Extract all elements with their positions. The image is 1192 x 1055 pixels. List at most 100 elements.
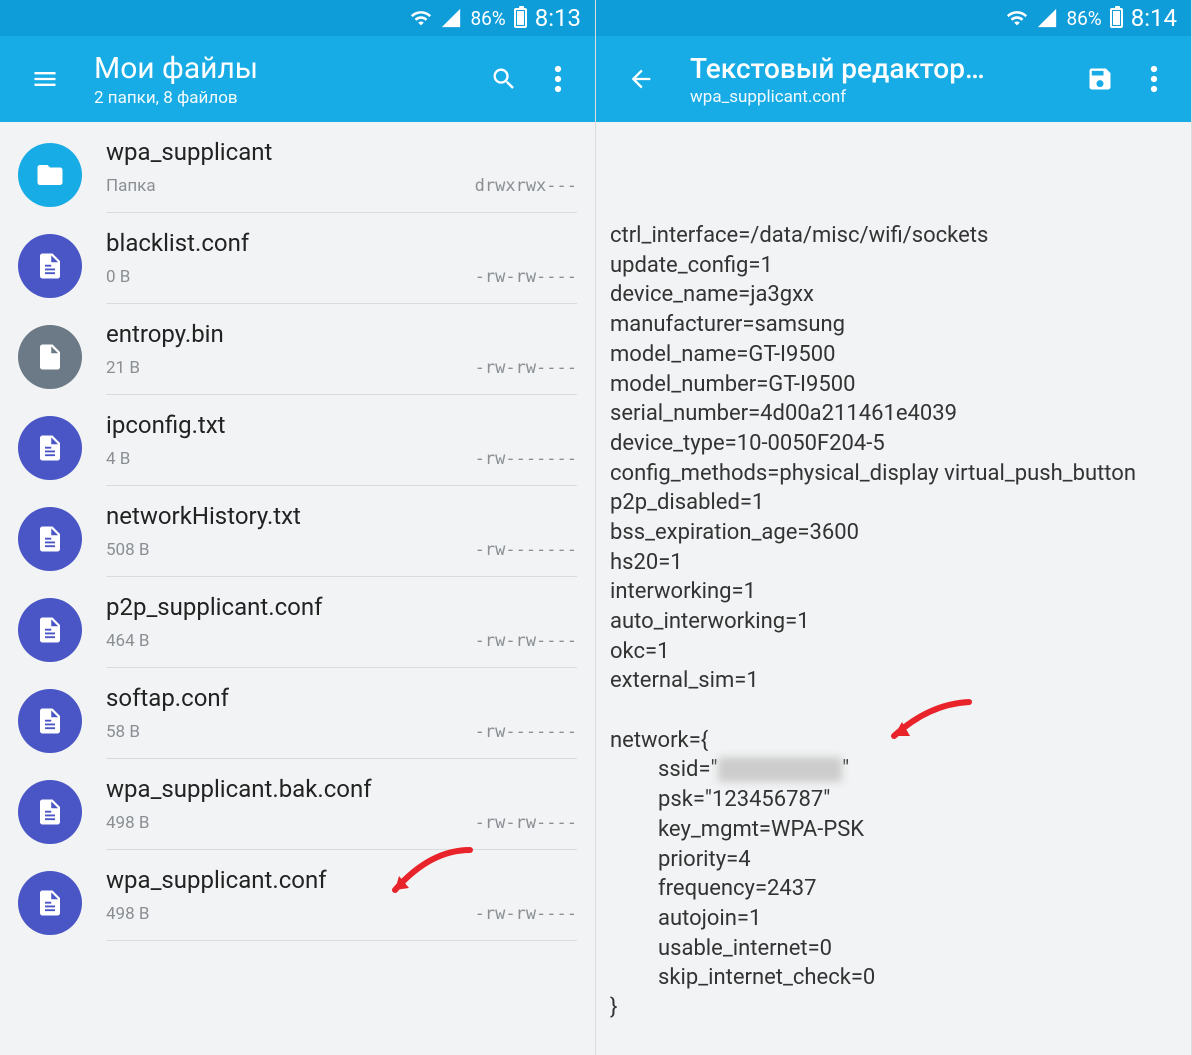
signal-icon xyxy=(440,7,462,29)
text-line: autojoin=1 xyxy=(610,904,1177,934)
file-size: 498 B xyxy=(106,904,149,924)
text-line: ctrl_interface=/data/misc/wifi/sockets xyxy=(610,221,1177,251)
text-line: usable_internet=0 xyxy=(610,934,1177,964)
battery-percent: 86% xyxy=(1066,7,1101,30)
text-line: priority=4 xyxy=(610,845,1177,875)
text-editor-pane: 86% 8:14 Текстовый редактор… wpa_supplic… xyxy=(596,0,1192,1055)
file-name: wpa_supplicant xyxy=(106,138,577,166)
status-bar: 86% 8:13 xyxy=(0,0,595,36)
file-perms: -rw-rw---- xyxy=(475,358,577,378)
more-vert-icon xyxy=(1150,64,1158,94)
page-subtitle: wpa_supplicant.conf xyxy=(690,87,1073,107)
wifi-icon xyxy=(410,7,432,29)
file-perms: -rw------- xyxy=(475,449,577,469)
file-size: 21 B xyxy=(106,358,140,378)
text-line: external_sim=1 xyxy=(610,666,1177,696)
file-perms: -rw-rw---- xyxy=(475,904,577,924)
text-line: model_number=GT-I9500 xyxy=(610,370,1177,400)
file-icon xyxy=(18,507,82,571)
file-size: 4 B xyxy=(106,449,130,469)
text-line: model_name=GT-I9500 xyxy=(610,340,1177,370)
text-line: skip_internet_check=0 xyxy=(610,963,1177,993)
file-size: 508 B xyxy=(106,540,149,560)
save-button[interactable] xyxy=(1073,52,1127,106)
status-bar: 86% 8:14 xyxy=(596,0,1191,36)
text-line: network={ xyxy=(610,726,1177,756)
battery-percent: 86% xyxy=(470,7,505,30)
file-perms: drwxrwx--- xyxy=(475,176,577,196)
text-line: okc=1 xyxy=(610,637,1177,667)
file-icon xyxy=(18,598,82,662)
menu-button[interactable] xyxy=(18,52,72,106)
file-icon xyxy=(18,234,82,298)
file-icon xyxy=(18,689,82,753)
file-name: ipconfig.txt xyxy=(106,411,577,439)
battery-icon xyxy=(1110,8,1123,28)
search-button[interactable] xyxy=(477,52,531,106)
file-icon xyxy=(18,325,82,389)
text-line: manufacturer=samsung xyxy=(610,310,1177,340)
file-icon xyxy=(18,780,82,844)
overflow-button[interactable] xyxy=(1127,52,1181,106)
text-line: auto_interworking=1 xyxy=(610,607,1177,637)
file-row[interactable]: wpa_supplicant Папка drwxrwx--- xyxy=(0,122,595,213)
save-icon xyxy=(1086,65,1114,93)
file-list[interactable]: wpa_supplicant Папка drwxrwx--- blacklist.c… xyxy=(0,122,595,1055)
file-row[interactable]: networkHistory.txt508 B-rw------- xyxy=(0,486,595,577)
text-line xyxy=(610,696,1177,726)
clock: 8:14 xyxy=(1131,4,1177,32)
file-perms: -rw-rw---- xyxy=(475,631,577,651)
file-name: wpa_supplicant.bak.conf xyxy=(106,775,577,803)
text-line: interworking=1 xyxy=(610,577,1177,607)
file-name: wpa_supplicant.conf xyxy=(106,866,577,894)
clock: 8:13 xyxy=(535,4,581,32)
file-row[interactable]: p2p_supplicant.conf 464 B -rw-rw---- xyxy=(0,577,595,668)
file-icon xyxy=(18,871,82,935)
file-name: softap.conf xyxy=(106,684,577,712)
file-name: p2p_supplicant.conf xyxy=(106,593,577,621)
file-size: Папка xyxy=(106,176,156,196)
wifi-icon xyxy=(1006,7,1028,29)
file-row[interactable]: wpa_supplicant.conf 498 B -rw-rw---- xyxy=(0,850,595,941)
page-title: Мои файлы xyxy=(94,51,477,86)
text-line: device_type=10-0050F204-5 xyxy=(610,429,1177,459)
text-line: frequency=2437 xyxy=(610,874,1177,904)
file-perms: -rw-rw---- xyxy=(475,813,577,833)
file-size: 58 B xyxy=(106,722,140,742)
text-line: serial_number=4d00a211461e4039 xyxy=(610,399,1177,429)
back-button[interactable] xyxy=(614,52,668,106)
text-line: p2p_disabled=1 xyxy=(610,488,1177,518)
app-bar: Текстовый редактор… wpa_supplicant.conf xyxy=(596,36,1191,122)
file-row[interactable]: blacklist.conf 0 B -rw-rw---- xyxy=(0,213,595,304)
editor-text[interactable]: ctrl_interface=/data/misc/wifi/socketsup… xyxy=(596,122,1191,1055)
file-perms: -rw------- xyxy=(475,722,577,742)
file-size: 0 B xyxy=(106,267,130,287)
more-vert-icon xyxy=(554,64,562,94)
text-line: hs20=1 xyxy=(610,548,1177,578)
battery-icon xyxy=(514,8,527,28)
app-bar: Мои файлы 2 папки, 8 файлов xyxy=(0,36,595,122)
text-line: psk="123456787" xyxy=(610,785,1177,815)
text-line: } xyxy=(610,993,1177,1023)
text-line: config_methods=physical_display virtual_… xyxy=(610,459,1177,489)
file-perms: -rw-rw---- xyxy=(475,267,577,287)
text-line: bss_expiration_age=3600 xyxy=(610,518,1177,548)
file-row[interactable]: wpa_supplicant.bak.conf 498 B -rw-rw---- xyxy=(0,759,595,850)
file-size: 464 B xyxy=(106,631,149,651)
text-line: key_mgmt=WPA-PSK xyxy=(610,815,1177,845)
page-subtitle: 2 папки, 8 файлов xyxy=(94,88,477,108)
file-name: blacklist.conf xyxy=(106,229,577,257)
folder-icon xyxy=(18,143,82,207)
text-line: device_name=ja3gxx xyxy=(610,280,1177,310)
overflow-button[interactable] xyxy=(531,52,585,106)
file-row[interactable]: entropy.bin 21 B -rw-rw---- xyxy=(0,304,595,395)
file-row[interactable]: softap.conf 58 B -rw------- xyxy=(0,668,595,759)
text-line: ssid="hidden_ssid" xyxy=(610,755,1177,785)
file-row[interactable]: ipconfig.txt 4 B -rw------- xyxy=(0,395,595,486)
file-perms: -rw------- xyxy=(475,540,577,560)
page-title: Текстовый редактор… xyxy=(690,52,1073,85)
arrow-back-icon xyxy=(627,65,655,93)
file-icon xyxy=(18,416,82,480)
file-size: 498 B xyxy=(106,813,149,833)
file-name: entropy.bin xyxy=(106,320,577,348)
